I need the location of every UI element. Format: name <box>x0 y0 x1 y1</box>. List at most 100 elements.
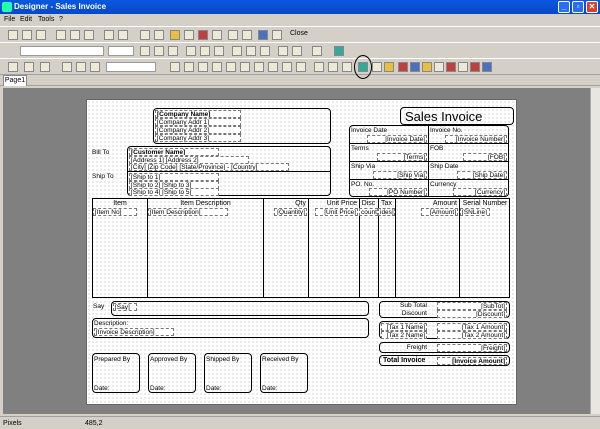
rectangle-tool-icon[interactable] <box>342 62 352 72</box>
currency-label[interactable]: Currency <box>430 181 456 188</box>
bill-to-label[interactable]: Bill To <box>92 149 109 156</box>
pencil-icon[interactable] <box>384 62 394 72</box>
border-icon[interactable] <box>278 46 288 56</box>
italic-icon[interactable] <box>154 46 164 56</box>
invoice-no-field[interactable]: [Invoice Number] <box>445 135 507 143</box>
copy-format-icon[interactable] <box>140 30 150 40</box>
col-header-unit-price[interactable]: Unit Price <box>309 200 357 207</box>
company-addr3-field[interactable]: [Company Addr 3] <box>155 134 241 142</box>
col-header-serial[interactable]: Serial Number <box>460 200 510 207</box>
company-addr1-field[interactable]: [Company Addr 1] <box>155 118 241 126</box>
prepared-by-label[interactable]: Prepared By <box>94 356 130 363</box>
picture-icon[interactable] <box>446 62 456 72</box>
shape-icon[interactable] <box>434 62 444 72</box>
ship-date-label[interactable]: Ship Date <box>430 163 459 170</box>
say-field[interactable]: [Say] <box>113 303 137 311</box>
invoice-title[interactable]: Sales Invoice <box>405 110 482 124</box>
fill-color-icon[interactable] <box>90 62 100 72</box>
subtotal-label[interactable]: Sub Total <box>381 302 427 309</box>
freight-label[interactable]: Freight <box>381 344 427 351</box>
maximize-button[interactable]: ▫ <box>572 1 584 13</box>
pointer-icon[interactable] <box>314 62 324 72</box>
ship-via-label[interactable]: Ship Via <box>351 163 375 170</box>
font-size-select[interactable] <box>108 46 134 56</box>
freight-field[interactable]: [Freight] <box>437 344 507 352</box>
image-icon[interactable] <box>334 46 344 56</box>
ship-via-field[interactable]: [Ship Via] <box>373 171 427 179</box>
tax1-name-field[interactable]: [Tax 1 Name] <box>381 323 427 331</box>
company-addr2-field[interactable]: [Company Addr 2] <box>155 126 241 134</box>
tab-page1[interactable]: Page1 <box>3 75 27 86</box>
menu-tools[interactable]: Tools <box>38 16 54 23</box>
frame-icon[interactable] <box>62 62 72 72</box>
tax1-amount-field[interactable]: [Tax 1 Amount] <box>437 323 507 331</box>
subtotal-field[interactable]: [SubTot] <box>437 302 507 310</box>
invoice-no-label[interactable]: Invoice No. <box>430 127 463 134</box>
line-width-icon[interactable] <box>24 62 34 72</box>
dash-icon[interactable] <box>40 62 50 72</box>
paste-icon[interactable] <box>84 30 94 40</box>
redo-icon[interactable] <box>118 30 128 40</box>
po-label[interactable]: PO. No. <box>351 181 374 188</box>
text-tool-icon[interactable] <box>328 62 338 72</box>
description-label[interactable]: Description: <box>94 320 128 327</box>
approved-date-label[interactable]: Date: <box>150 385 166 392</box>
col-header-item[interactable]: Item <box>93 200 147 207</box>
align-right-icon[interactable] <box>214 46 224 56</box>
table-icon[interactable] <box>184 30 194 40</box>
fob-label[interactable]: FOB <box>430 145 443 152</box>
align-tops-icon[interactable] <box>212 62 222 72</box>
align-middle-icon[interactable] <box>246 46 256 56</box>
align-bottom-icon[interactable] <box>260 46 270 56</box>
grid-icon[interactable] <box>228 30 238 40</box>
fob-field[interactable]: [FOB] <box>463 153 507 161</box>
align-rights-icon[interactable] <box>198 62 208 72</box>
quantity-field[interactable]: [Quantity] <box>274 208 307 216</box>
align-center-icon[interactable] <box>200 46 210 56</box>
invoice-date-field[interactable]: [Invoice Date] <box>367 135 427 143</box>
say-label[interactable]: Say <box>93 303 104 310</box>
bold-icon[interactable] <box>140 46 150 56</box>
customer-name-field[interactable]: [Customer Name] <box>129 148 219 156</box>
unit-price-field[interactable]: [Unit Price] <box>315 208 358 216</box>
save-icon[interactable] <box>36 30 46 40</box>
total-invoice-field[interactable]: [Invoice Amount] <box>437 357 507 365</box>
amount-field[interactable]: [Amount] <box>421 208 458 216</box>
serial-number-field[interactable]: [SNLine] <box>460 208 490 216</box>
currency-field[interactable]: [Currency] <box>453 188 507 196</box>
line-tool-icon[interactable] <box>372 62 382 72</box>
invoice-date-label[interactable]: Invoice Date <box>351 127 387 134</box>
ship-date-field[interactable]: [Ship Date] <box>457 171 507 179</box>
ship-to-label[interactable]: Ship To <box>92 173 114 180</box>
shipped-by-label[interactable]: Shipped By <box>206 356 239 363</box>
report-page[interactable]: [Company Name] [Company Addr 1] [Company… <box>86 99 517 405</box>
properties-icon[interactable] <box>212 30 222 40</box>
bring-front-icon[interactable] <box>154 30 164 40</box>
frame-dotted-icon[interactable] <box>76 62 86 72</box>
cut-icon[interactable] <box>56 30 66 40</box>
space-horizontal-icon[interactable] <box>282 62 292 72</box>
col-header-amount[interactable]: Amount <box>396 200 457 207</box>
menu-help[interactable]: ? <box>59 16 63 23</box>
folder-icon[interactable] <box>170 30 180 40</box>
item-description-field[interactable]: [Item Description] <box>148 208 228 216</box>
same-height-icon[interactable] <box>268 62 278 72</box>
color-select[interactable] <box>106 62 156 72</box>
col-header-tax[interactable]: Tax <box>378 200 395 207</box>
open-icon[interactable] <box>22 30 32 40</box>
menu-file[interactable]: File <box>4 16 15 23</box>
align-bottoms-icon[interactable] <box>240 62 250 72</box>
po-field[interactable]: [PO Number] <box>369 188 427 196</box>
font-name-select[interactable] <box>20 46 104 56</box>
copy-icon[interactable] <box>70 30 80 40</box>
delete-icon[interactable] <box>198 30 208 40</box>
shipped-date-label[interactable]: Date: <box>206 385 222 392</box>
pie-chart-icon[interactable] <box>470 62 480 72</box>
discount-field[interactable]: [Discount] <box>437 310 507 318</box>
sub-report-icon[interactable] <box>482 62 492 72</box>
customer-city-field[interactable]: [City] [Zip Code] [State/Province] - [Co… <box>129 163 289 171</box>
vertical-scrollbar[interactable] <box>590 88 600 414</box>
align-lefts-icon[interactable] <box>170 62 180 72</box>
item-no-field[interactable]: [Item No] <box>93 208 137 216</box>
new-icon[interactable] <box>8 30 18 40</box>
